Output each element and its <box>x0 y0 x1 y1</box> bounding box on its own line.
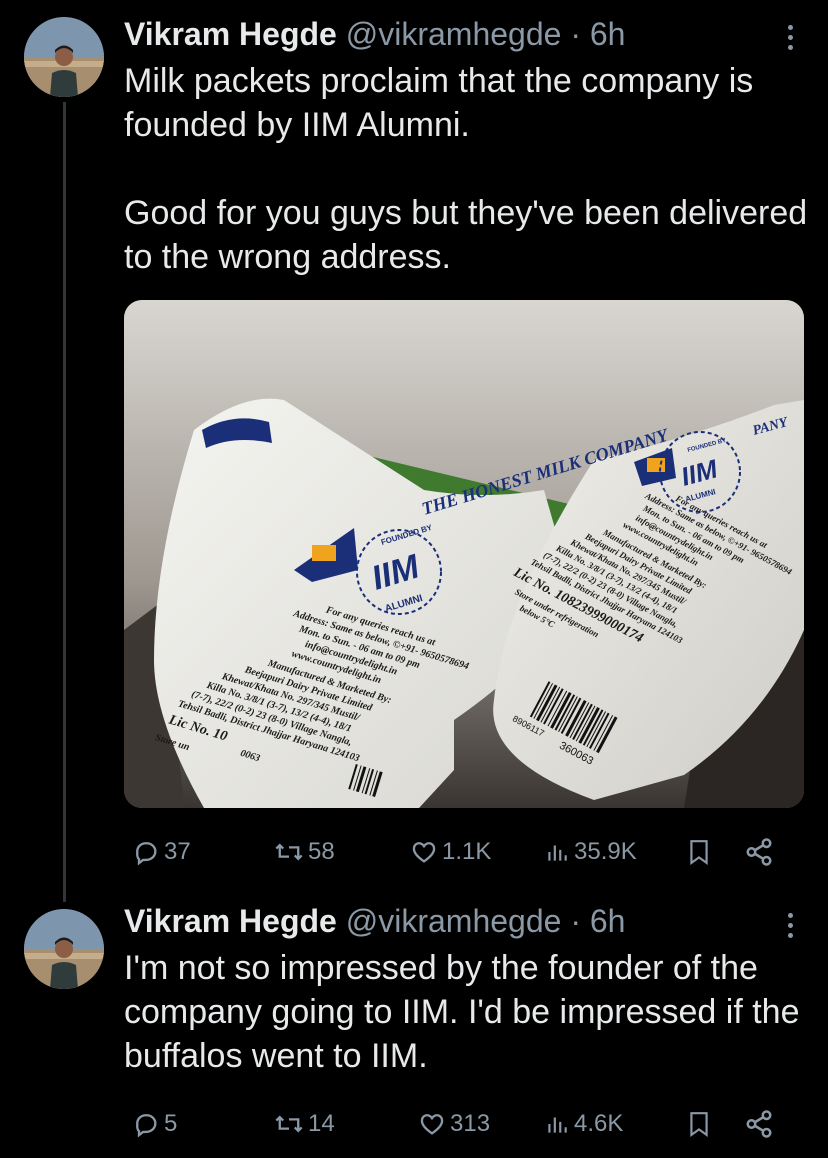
bookmark-icon <box>690 1112 708 1137</box>
reply-count: 5 <box>164 1110 178 1137</box>
reply-button[interactable]: 5 <box>132 1104 177 1144</box>
tweet-text: Milk packets proclaim that the company i… <box>124 59 814 279</box>
reply-icon <box>136 1114 157 1138</box>
views-button[interactable]: 4.6K <box>544 1104 623 1144</box>
avatar[interactable] <box>24 17 104 97</box>
like-button[interactable]: 313 <box>418 1104 490 1144</box>
tweet[interactable]: Vikram Hegde @vikramhegde · 6h Milk pack… <box>0 0 828 902</box>
views-icon <box>548 845 567 861</box>
repost-button[interactable]: 14 <box>274 1104 335 1144</box>
tweet-text: I'm not so impressed by the founder of t… <box>124 946 814 1078</box>
tweet-paragraph: I'm not so impressed by the founder of t… <box>124 949 800 1075</box>
bookmark-button[interactable] <box>686 1104 712 1144</box>
repost-count: 14 <box>308 1110 335 1137</box>
repost-icon <box>275 843 303 861</box>
tweet-actions: 37 58 1.1K 35.9K <box>124 832 794 872</box>
heart-icon <box>420 1114 444 1135</box>
tweet-header: Vikram Hegde @vikramhegde · 6h <box>124 901 625 941</box>
tweet-header: Vikram Hegde @vikramhegde · 6h <box>124 14 625 54</box>
bookmark-button[interactable] <box>686 832 712 872</box>
views-button[interactable]: 35.9K <box>544 832 637 872</box>
bookmark-icon <box>690 840 708 865</box>
tweet-paragraph: Milk packets proclaim that the company i… <box>124 62 754 144</box>
reply-button[interactable]: 37 <box>132 832 191 872</box>
views-count: 35.9K <box>574 838 637 865</box>
reply-icon <box>136 842 157 866</box>
tweet-actions: 5 14 313 4.6K <box>124 1104 794 1144</box>
share-icon <box>746 1110 772 1138</box>
views-count: 4.6K <box>574 1110 624 1137</box>
avatar[interactable] <box>24 909 104 989</box>
tweet[interactable]: Vikram Hegde @vikramhegde · 6h I'm not s… <box>0 885 828 1158</box>
tweet-paragraph: Good for you guys but they've been deliv… <box>124 194 808 276</box>
repost-icon <box>275 1115 303 1133</box>
tweet-photo[interactable]: THE HONEST MILK COMPANY PANY FOUNDED BY … <box>124 300 804 808</box>
like-count: 313 <box>450 1110 491 1137</box>
heart-icon <box>412 842 436 863</box>
author-handle[interactable]: @vikramhegde <box>346 16 562 52</box>
more-options-icon[interactable] <box>788 913 794 943</box>
share-button[interactable] <box>744 1104 774 1144</box>
repost-count: 58 <box>308 838 335 865</box>
thread-line <box>63 102 66 902</box>
author-name[interactable]: Vikram Hegde <box>124 903 337 939</box>
like-count: 1.1K <box>442 838 492 865</box>
more-options-icon[interactable] <box>788 25 794 55</box>
reply-count: 37 <box>164 838 191 865</box>
share-button[interactable] <box>744 832 774 872</box>
timestamp[interactable]: · 6h <box>570 16 625 52</box>
like-button[interactable]: 1.1K <box>410 832 491 872</box>
repost-button[interactable]: 58 <box>274 832 335 872</box>
author-name[interactable]: Vikram Hegde <box>124 16 337 52</box>
views-icon <box>548 1117 567 1133</box>
author-handle[interactable]: @vikramhegde <box>346 903 562 939</box>
share-icon <box>746 838 772 866</box>
timestamp[interactable]: · 6h <box>570 903 625 939</box>
